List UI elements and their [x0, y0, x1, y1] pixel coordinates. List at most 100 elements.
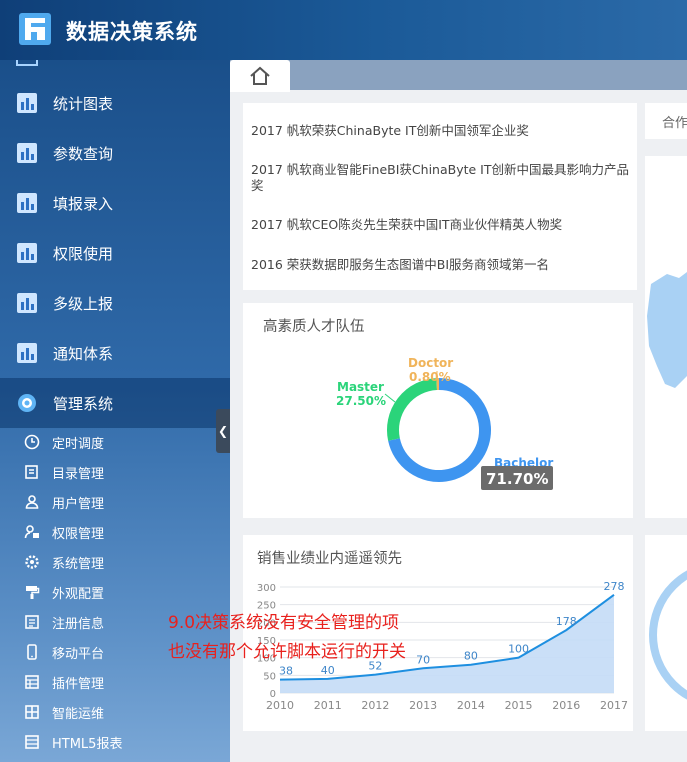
- annotation-line-1: 9.0决策系统没有安全管理的项: [168, 613, 400, 633]
- sub-item-label: 注册信息: [52, 617, 105, 632]
- sub-item-label: 系统管理: [52, 557, 105, 572]
- app-header: 数据决策系统: [0, 0, 687, 60]
- sub-item-schedule[interactable]: 定时调度: [0, 427, 230, 457]
- sub-item-directory[interactable]: 目录管理: [0, 457, 230, 487]
- sub-item-label: HTML5报表: [52, 737, 123, 752]
- sub-item-permissions[interactable]: 权限管理: [0, 517, 230, 547]
- legend-master: Master: [337, 380, 384, 394]
- tab-label: 合作: [662, 116, 687, 131]
- label-master: 27.50%: [336, 394, 386, 408]
- sub-item-system[interactable]: 系统管理: [0, 547, 230, 577]
- legend-doctor: Doctor: [408, 356, 453, 370]
- news-item[interactable]: 2016 荣获数据即服务生态图谱中BI服务商领域第一名: [251, 257, 635, 273]
- talent-donut-chart: Doctor0.80%Master27.50%Bachelor71.70%: [336, 356, 553, 490]
- master-leader-line: [384, 393, 396, 403]
- sub-item-label: 移动平台: [52, 647, 105, 662]
- report-icon: [17, 293, 37, 313]
- sidebar-item-label: 多级上报: [53, 295, 114, 313]
- chevron-left-icon: ❮: [217, 424, 229, 438]
- data-label: 40: [321, 664, 335, 677]
- news-card: 2017 帆软荣获ChinaByte IT创新中国领军企业奖 2017 帆软商业…: [243, 103, 637, 290]
- sub-item-label: 定时调度: [52, 437, 105, 452]
- sub-item-plugins[interactable]: 插件管理: [0, 667, 230, 697]
- sub-item-label: 用户管理: [52, 497, 105, 512]
- form-icon: [17, 193, 37, 213]
- y-tick-label: 300: [257, 583, 276, 594]
- map-shape: [647, 272, 687, 388]
- sidebar-item-label: 管理系统: [53, 395, 114, 413]
- clock-icon: [24, 434, 40, 450]
- user-icon: [25, 495, 39, 509]
- data-label: 278: [604, 580, 625, 593]
- sub-item-label: 外观配置: [52, 587, 105, 602]
- sub-item-smart-ops[interactable]: 智能运维: [0, 697, 230, 727]
- x-tick-label: 2010: [266, 699, 294, 712]
- truncated-menu-icon: [16, 60, 38, 66]
- chart-icon: [17, 93, 37, 113]
- news-item[interactable]: 2017 帆软荣获ChinaByte IT创新中国领军企业奖: [251, 123, 635, 139]
- sidebar-item-label: 填报录入: [53, 195, 114, 213]
- sub-item-label: 目录管理: [52, 467, 105, 482]
- sub-item-label: 智能运维: [52, 707, 105, 722]
- paint-icon: [26, 586, 40, 599]
- partial-ring: [649, 570, 687, 700]
- sidebar-item-notification[interactable]: 通知体系: [0, 328, 230, 378]
- home-icon: [250, 66, 270, 85]
- label-doctor: 0.80%: [409, 370, 451, 384]
- x-tick-label: 2017: [600, 699, 628, 712]
- app-title: 数据决策系统: [66, 20, 198, 44]
- ops-icon: [25, 705, 39, 719]
- sidebar-item-form[interactable]: 填报录入: [0, 178, 230, 228]
- lock-icon: [24, 525, 39, 539]
- folder-icon: [25, 465, 38, 479]
- gear-icon: [25, 555, 39, 569]
- label-bachelor: 71.70%: [486, 470, 548, 488]
- query-icon: [17, 143, 37, 163]
- x-tick-label: 2015: [505, 699, 533, 712]
- news-item[interactable]: 2017 帆软CEO陈炎先生荣获中国IT商业伙伴精英人物奖: [251, 217, 635, 233]
- data-label: 80: [464, 650, 478, 663]
- permission-icon: [17, 243, 37, 263]
- x-tick-label: 2012: [361, 699, 389, 712]
- sub-item-users[interactable]: 用户管理: [0, 487, 230, 517]
- data-label: 100: [508, 643, 529, 656]
- tab-home[interactable]: [230, 60, 290, 92]
- plugin-icon: [25, 675, 39, 689]
- x-tick-label: 2014: [457, 699, 485, 712]
- partial-chart-card: [645, 535, 687, 731]
- html5-icon: [25, 735, 39, 749]
- sidebar-item-multilevel-report[interactable]: 多级上报: [0, 278, 230, 328]
- map-card: [645, 156, 687, 518]
- sidebar-item-label: 统计图表: [53, 95, 114, 113]
- mobile-icon: [27, 644, 37, 660]
- annotation-line-2: 也没有那个允许脚本运行的开关: [168, 642, 406, 662]
- sidebar-item-label: 通知体系: [53, 345, 114, 363]
- data-label: 70: [416, 653, 430, 666]
- x-tick-label: 2011: [314, 699, 342, 712]
- talent-card: 高素质人才队伍 Doctor 0.80% Master 27.50% Bachelor 7…: [243, 303, 633, 518]
- sidebar-item-management[interactable]: 管理系统: [0, 378, 230, 428]
- register-icon: [25, 615, 39, 629]
- sidebar-item-charts[interactable]: 统计图表: [0, 78, 230, 128]
- sub-item-label: 插件管理: [52, 677, 105, 692]
- x-tick-label: 2016: [552, 699, 580, 712]
- sub-item-label: 权限管理: [52, 527, 105, 542]
- tab-bar: [230, 60, 687, 90]
- sub-item-appearance[interactable]: 外观配置: [0, 577, 230, 607]
- sidebar-item-permission-use[interactable]: 权限使用: [0, 228, 230, 278]
- sidebar-item-label: 参数查询: [53, 145, 114, 163]
- news-item[interactable]: 2017 帆软商业智能FineBI获ChinaByte IT创新中国最具影响力产…: [251, 162, 635, 194]
- donut-slice-master: [387, 378, 438, 441]
- sidebar-collapse-button[interactable]: ❮: [216, 409, 230, 453]
- sales-card: 销售业绩业内遥遥领先 300 250 200 150 100 50 0 38 2010 40 201…: [243, 535, 633, 731]
- data-label: 178: [556, 615, 577, 628]
- data-label: 38: [279, 665, 293, 678]
- sidebar-item-label: 权限使用: [53, 245, 114, 263]
- x-tick-label: 2013: [409, 699, 437, 712]
- sidebar-item-query[interactable]: 参数查询: [0, 128, 230, 178]
- sales-area-chart: 3002502001501005003820104020115220127020…: [257, 580, 628, 712]
- y-tick-label: 50: [263, 671, 276, 682]
- tab-cooperation[interactable]: 合作: [645, 103, 687, 139]
- gear-icon: [18, 394, 36, 412]
- sub-item-html5[interactable]: HTML5报表: [0, 727, 230, 757]
